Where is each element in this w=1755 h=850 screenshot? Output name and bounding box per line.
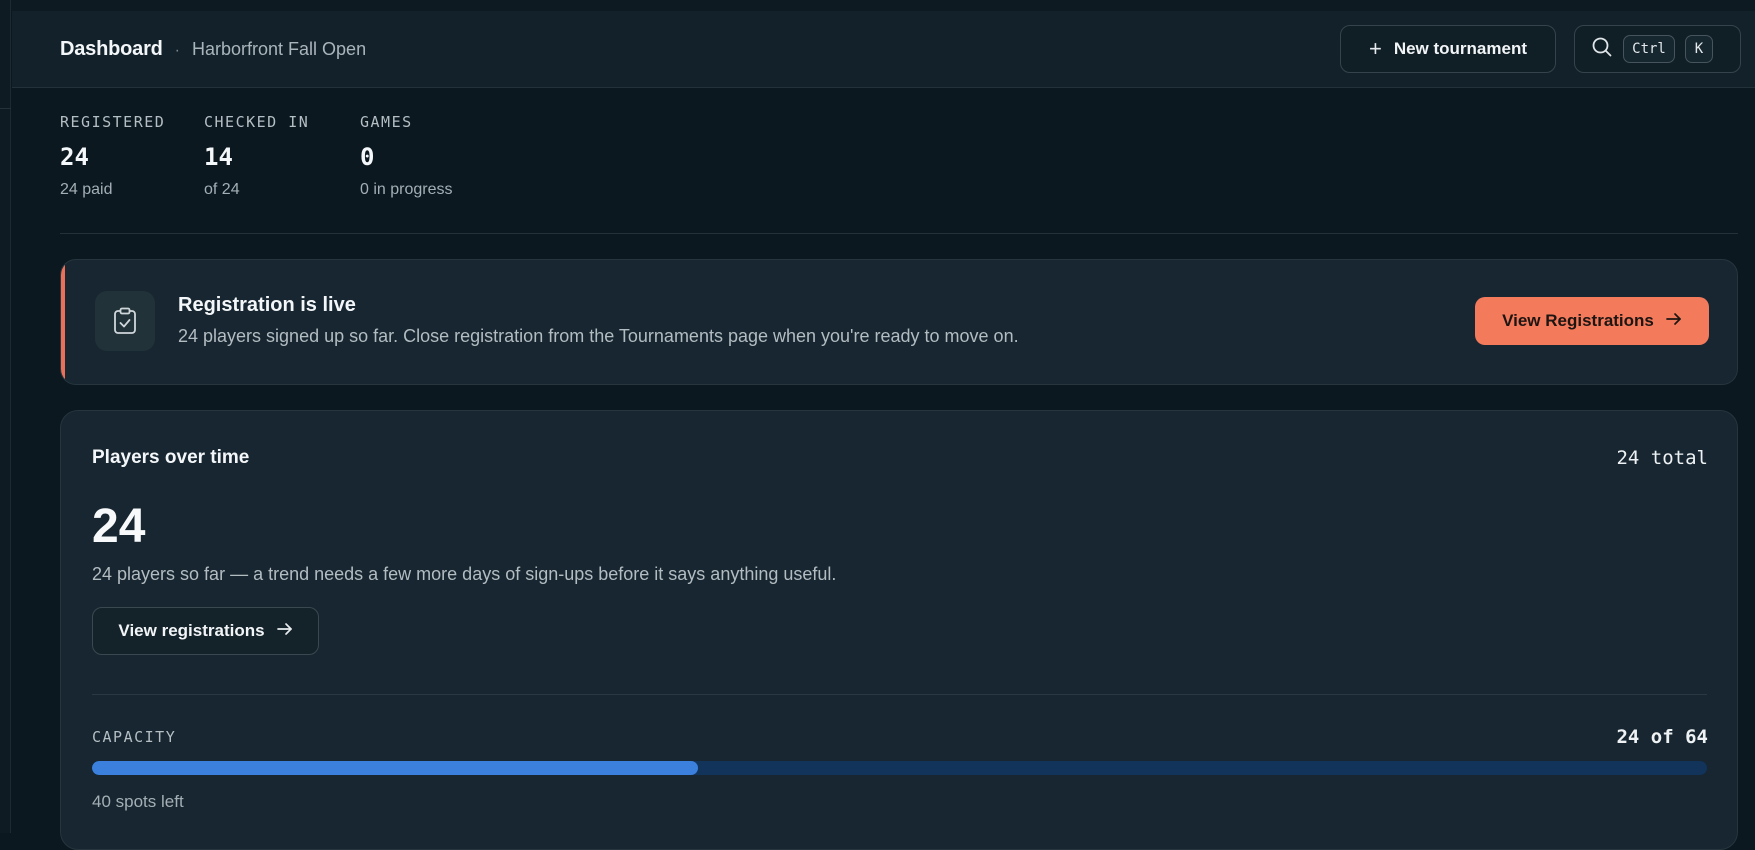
players-description: 24 players so far — a trend needs a few … xyxy=(92,564,837,584)
tournament-name: Harborfront Fall Open xyxy=(192,39,367,59)
players-total: 24 total xyxy=(1616,447,1708,469)
capacity-value: 24 of 64 xyxy=(1616,726,1708,748)
registration-banner: Registration is live 24 players signed u… xyxy=(60,259,1738,385)
capacity-progress-bar xyxy=(92,761,1707,775)
stat-value: 14 xyxy=(204,143,233,171)
players-over-time-card: Players over time 24 total 24 24 players… xyxy=(60,410,1738,850)
stat-sub: 0 in progress xyxy=(360,181,453,198)
stat-label: CHECKED IN xyxy=(204,113,310,131)
stat-registered: REGISTERED 24 24 paid xyxy=(60,113,166,199)
banner-title: Registration is live xyxy=(178,294,356,316)
search-icon xyxy=(1591,36,1613,63)
stat-games: GAMES 0 0 in progress xyxy=(360,113,453,199)
breadcrumb: Dashboard · Harborfront Fall Open xyxy=(60,38,366,61)
new-tournament-button[interactable]: + New tournament xyxy=(1340,25,1556,73)
stat-sub: 24 paid xyxy=(60,181,113,198)
kbd-k: K xyxy=(1685,35,1713,63)
arrow-right-icon xyxy=(1666,311,1682,331)
breadcrumb-separator: · xyxy=(174,42,180,59)
capacity-remaining: 40 spots left xyxy=(92,792,184,811)
banner-accent-bar xyxy=(61,260,65,384)
view-registrations-button[interactable]: View registrations xyxy=(92,607,319,655)
stats-row: REGISTERED 24 24 paid CHECKED IN 14 of 2… xyxy=(60,113,501,199)
sidebar-divider xyxy=(0,108,11,109)
stat-checked-in: CHECKED IN 14 of 24 xyxy=(204,113,312,199)
stat-label: GAMES xyxy=(360,113,413,131)
capacity-progress-fill xyxy=(92,761,698,775)
players-count: 24 xyxy=(92,500,146,553)
plus-icon: + xyxy=(1368,36,1382,61)
view-registrations-label: View registrations xyxy=(118,621,265,640)
new-tournament-label: New tournament xyxy=(1393,39,1528,58)
card-title: Players over time xyxy=(92,447,250,468)
stat-value: 24 xyxy=(60,143,89,171)
kbd-ctrl: Ctrl xyxy=(1623,35,1675,63)
view-registrations-primary-button[interactable]: View Registrations xyxy=(1475,297,1709,345)
stat-value: 0 xyxy=(360,143,375,171)
card-divider xyxy=(92,694,1707,695)
page-title[interactable]: Dashboard xyxy=(60,38,163,61)
capacity-label: CAPACITY xyxy=(92,728,177,746)
arrow-right-icon xyxy=(276,621,293,641)
section-divider xyxy=(60,233,1738,234)
window-top-strip xyxy=(0,0,1755,11)
top-header: Dashboard · Harborfront Fall Open + New … xyxy=(12,11,1755,88)
stat-sub: of 24 xyxy=(204,181,240,198)
left-sidebar-rail xyxy=(0,0,11,833)
view-registrations-primary-label: View Registrations xyxy=(1502,311,1654,330)
banner-description: 24 players signed up so far. Close regis… xyxy=(178,326,1019,346)
search-command-button[interactable]: Ctrl K xyxy=(1574,25,1741,73)
clipboard-check-icon xyxy=(95,291,155,351)
stat-label: REGISTERED xyxy=(60,113,166,131)
